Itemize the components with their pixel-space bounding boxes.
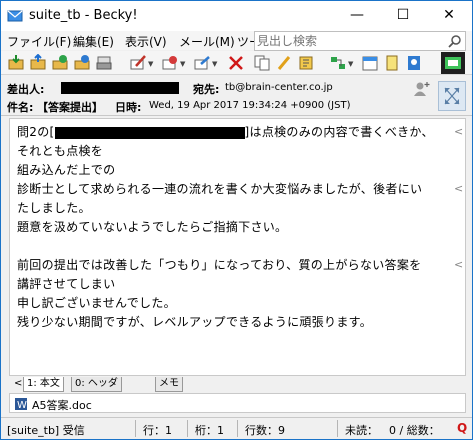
word-document-icon: W xyxy=(14,397,28,414)
tab-memo[interactable]: メモ xyxy=(155,377,183,392)
maximize-button[interactable]: ☐ xyxy=(380,1,426,31)
to-value[interactable]: tb@brain-center.co.jp xyxy=(225,82,333,93)
menu-view[interactable]: 表示(V) xyxy=(125,33,167,50)
filter-dropdown-icon[interactable]: ▼ xyxy=(348,60,353,68)
body-line-4: 診断士として求められる一連の流れを書くか大変悩みましたが、後者にい xyxy=(17,182,423,196)
subject-value: 【答案提出】 xyxy=(37,101,103,114)
body-line-6: 題意を汲めていないようでしたらご指摘下さい。 xyxy=(17,220,288,234)
title-bar: suite_tb - Becky! — ☐ ✕ xyxy=(1,1,472,31)
wrap-marker: < xyxy=(454,182,464,195)
send-mail-icon[interactable] xyxy=(29,53,47,72)
subject-label: 件名: xyxy=(7,101,34,114)
calendar-icon[interactable] xyxy=(361,54,379,72)
status-unread: 未読： xyxy=(345,424,378,437)
reply-dropdown-icon[interactable]: ▼ xyxy=(180,60,185,68)
forward-dropdown-icon[interactable]: ▼ xyxy=(212,60,217,68)
body-line-1-end: ]は点検のみの内容で書くべきか、 xyxy=(244,125,434,139)
print-icon[interactable] xyxy=(95,54,113,72)
date-value: Wed, 19 Apr 2017 19:34:24 +0900 (JST) xyxy=(149,100,351,111)
app-logo-icon[interactable] xyxy=(441,52,465,74)
body-line-3: 組み込んだ上での xyxy=(17,163,116,177)
body-line-11: 残り少ない期間ですが、レベルアップできるように頑張ります。 xyxy=(17,315,373,329)
compose-dropdown-icon[interactable]: ▼ xyxy=(148,60,153,68)
body-line-9: 講評させてしまい xyxy=(17,277,116,291)
message-header: 差出人: 宛先: tb@brain-center.co.jp 件名: 【答案提出… xyxy=(1,76,472,116)
body-line-1-start: 問2の[ xyxy=(17,125,55,139)
view-tabs: < 1: 本文 0: ヘッダ メモ xyxy=(9,377,466,392)
body-line-5: たしました。 xyxy=(17,201,91,215)
download-icon[interactable] xyxy=(51,54,69,72)
status-separator xyxy=(135,420,136,437)
address-book-icon[interactable] xyxy=(405,54,423,72)
status-separator xyxy=(237,420,238,437)
body-line-1: 問2の[ ]は点検のみの内容で書くべきか、 xyxy=(17,123,434,140)
window-title: suite_tb - Becky! xyxy=(29,8,138,23)
main-toolbar: ▼ ▼ ▼ ▼ xyxy=(1,51,472,75)
forward-icon[interactable] xyxy=(193,54,211,72)
status-line: 行：1 xyxy=(143,424,172,437)
status-separator xyxy=(187,420,188,437)
menu-file[interactable]: ファイル(F) xyxy=(7,33,71,50)
body-line-10: 申し訳ございませんでした。 xyxy=(17,296,176,310)
date-label: 日時: xyxy=(115,101,142,114)
body-line-2: それとも点検を xyxy=(17,144,104,158)
note-icon[interactable] xyxy=(383,54,401,72)
reply-icon[interactable] xyxy=(161,54,179,72)
compose-icon[interactable] xyxy=(129,54,147,72)
body-redacted-text xyxy=(54,126,245,139)
search-input[interactable] xyxy=(257,33,437,49)
wrap-marker: < xyxy=(454,125,464,138)
becky-app-icon xyxy=(7,8,23,24)
status-separator xyxy=(337,420,338,437)
wrap-marker: < xyxy=(454,258,464,271)
add-contact-icon[interactable] xyxy=(413,81,431,100)
flag-icon[interactable] xyxy=(297,54,315,72)
close-button[interactable]: ✕ xyxy=(426,1,472,31)
header-search-box xyxy=(254,31,466,51)
message-body[interactable]: 問2の[]は点検のみの内容で書くべきか、 < それとも点検を 組み込んだ上での … xyxy=(9,118,466,376)
status-column: 桁：1 xyxy=(195,424,224,437)
status-badge: Q xyxy=(457,421,468,435)
edit-icon[interactable] xyxy=(275,54,293,72)
to-label: 宛先: xyxy=(193,83,220,96)
search-icon[interactable] xyxy=(448,34,462,51)
from-label: 差出人: xyxy=(7,83,45,96)
status-total: 0 / 総数： xyxy=(389,424,440,437)
delete-icon[interactable] xyxy=(227,54,245,72)
tab-headers[interactable]: 0: ヘッダ xyxy=(71,377,122,392)
svg-text:W: W xyxy=(17,400,27,411)
filter-icon[interactable] xyxy=(329,54,347,72)
status-bar: [suite_tb] 受信 行：1 桁：1 行数：9 未読： 0 / 総数： Q xyxy=(1,417,472,439)
menu-edit[interactable]: 編集(E) xyxy=(73,33,114,50)
status-line-count: 行数：9 xyxy=(245,424,285,437)
from-redacted xyxy=(61,82,179,94)
body-line-8: 前回の提出では改善した「つもり」になっており、質の上がらない答案を xyxy=(17,258,422,272)
attachment-file[interactable]: A5答案.doc xyxy=(32,397,92,413)
attachment-bar: W A5答案.doc xyxy=(9,393,466,413)
minimize-button[interactable]: — xyxy=(334,1,380,31)
upload-icon[interactable] xyxy=(73,54,91,72)
status-folder: [suite_tb] 受信 xyxy=(7,424,85,437)
copy-icon[interactable] xyxy=(253,54,271,72)
receive-mail-icon[interactable] xyxy=(7,54,25,72)
app-window: suite_tb - Becky! — ☐ ✕ ファイル(F) 編集(E) 表示… xyxy=(0,0,473,440)
expand-header-button[interactable] xyxy=(438,81,466,111)
menu-mail[interactable]: メール(M) xyxy=(179,33,235,50)
tab-body[interactable]: 1: 本文 xyxy=(23,377,64,392)
